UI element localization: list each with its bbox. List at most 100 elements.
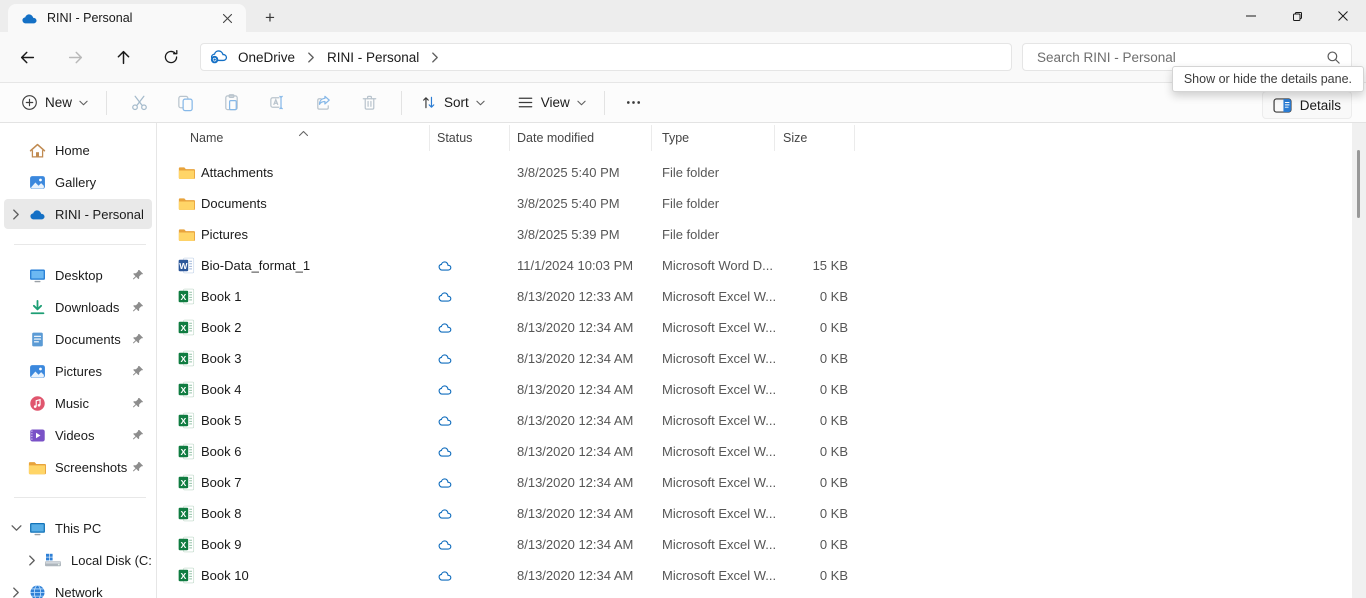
table-row[interactable]: Pictures3/8/2025 5:39 PMFile folder (157, 219, 1352, 250)
table-row[interactable]: XBook 88/13/2020 12:34 AMMicrosoft Excel… (157, 498, 1352, 529)
file-name: Pictures (201, 227, 248, 242)
chevron-right-icon[interactable] (20, 555, 44, 566)
file-size: 0 KB (775, 289, 855, 304)
refresh-button[interactable] (153, 40, 189, 74)
file-size: 0 KB (775, 444, 855, 459)
file-type: Microsoft Excel W... (652, 320, 775, 335)
sidebar-item-label: This PC (55, 521, 152, 536)
breadcrumb-onedrive[interactable]: OneDrive (232, 48, 301, 67)
file-type: File folder (652, 165, 775, 180)
sidebar-item-home[interactable]: Home (4, 135, 152, 165)
sort-button[interactable]: Sort (411, 88, 494, 117)
file-type: Microsoft Excel W... (652, 382, 775, 397)
delete-icon[interactable] (349, 87, 389, 119)
svg-text:X: X (181, 509, 187, 519)
table-row[interactable]: XBook 98/13/2020 12:34 AMMicrosoft Excel… (157, 529, 1352, 560)
svg-text:X: X (181, 323, 187, 333)
sidebar-item-network[interactable]: Network (4, 577, 152, 598)
chevron-down-icon[interactable] (4, 524, 28, 532)
table-row[interactable]: XBook 58/13/2020 12:34 AMMicrosoft Excel… (157, 405, 1352, 436)
sidebar-item-this-pc[interactable]: This PC (4, 513, 152, 543)
sidebar-item-videos[interactable]: Videos (4, 420, 152, 450)
pin-icon (130, 301, 146, 313)
table-row[interactable]: XBook 18/13/2020 12:33 AMMicrosoft Excel… (157, 281, 1352, 312)
status-cell (430, 477, 510, 489)
excel-icon: X (178, 381, 195, 398)
search-icon[interactable] (1326, 50, 1341, 65)
close-button[interactable] (1320, 0, 1366, 32)
explorer-tab[interactable]: RINI - Personal (8, 4, 246, 32)
date-modified: 8/13/2020 12:34 AM (510, 568, 652, 583)
more-options-icon[interactable] (617, 87, 651, 119)
column-header-type[interactable]: Type (652, 125, 775, 151)
sidebar-item-screenshots[interactable]: Screenshots (4, 452, 152, 482)
restore-button[interactable] (1274, 0, 1320, 32)
file-type: Microsoft Excel W... (652, 506, 775, 521)
status-cell (430, 322, 510, 334)
sidebar-item-label: Desktop (55, 268, 130, 283)
file-type: Microsoft Excel W... (652, 413, 775, 428)
minimize-button[interactable] (1228, 0, 1274, 32)
svg-text:X: X (181, 447, 187, 457)
sidebar-item-music[interactable]: Music (4, 388, 152, 418)
back-button[interactable] (9, 40, 45, 74)
toolbar-divider (106, 91, 107, 115)
column-header-status[interactable]: Status (430, 125, 510, 151)
table-row[interactable]: XBook 78/13/2020 12:34 AMMicrosoft Excel… (157, 467, 1352, 498)
paste-icon[interactable] (211, 87, 251, 119)
sidebar-item-label: RINI - Personal (55, 207, 152, 222)
details-pane-button[interactable]: Details (1262, 91, 1352, 119)
new-button[interactable]: New (12, 88, 97, 117)
table-row[interactable]: XBook 48/13/2020 12:34 AMMicrosoft Excel… (157, 374, 1352, 405)
navigation-pane: HomeGallery RINI - Personal Desktop Downloa… (0, 123, 157, 598)
copy-icon[interactable] (165, 87, 205, 119)
file-name: Book 6 (201, 444, 241, 459)
column-header-date-modified[interactable]: Date modified (510, 125, 652, 151)
tab-close-icon[interactable] (216, 7, 238, 29)
table-row[interactable]: Attachments3/8/2025 5:40 PMFile folder (157, 157, 1352, 188)
status-cell (430, 539, 510, 551)
table-row[interactable]: Documents3/8/2025 5:40 PMFile folder (157, 188, 1352, 219)
sidebar-item-local-disk-c[interactable]: Local Disk (C:) (4, 545, 152, 575)
view-button[interactable]: View (508, 88, 595, 117)
table-row[interactable]: XBook 38/13/2020 12:34 AMMicrosoft Excel… (157, 343, 1352, 374)
date-modified: 8/13/2020 12:34 AM (510, 537, 652, 552)
table-row[interactable]: XBook 108/13/2020 12:34 AMMicrosoft Exce… (157, 560, 1352, 591)
cloud-status-icon (437, 291, 452, 303)
videos-icon (28, 426, 46, 444)
table-row[interactable]: XBook 28/13/2020 12:34 AMMicrosoft Excel… (157, 312, 1352, 343)
sidebar-item-rini-personal[interactable]: RINI - Personal (4, 199, 152, 229)
forward-button[interactable] (57, 40, 93, 74)
sidebar-item-documents[interactable]: Documents (4, 324, 152, 354)
rename-icon[interactable] (257, 87, 297, 119)
sidebar-item-pictures[interactable]: Pictures (4, 356, 152, 386)
table-row[interactable]: WBio-Data_format_111/1/2024 10:03 PMMicr… (157, 250, 1352, 281)
cut-icon[interactable] (119, 87, 159, 119)
column-header-size[interactable]: Size (775, 125, 855, 151)
date-modified: 3/8/2025 5:40 PM (510, 196, 652, 211)
sidebar-item-label: Videos (55, 428, 130, 443)
new-tab-button[interactable]: + (256, 5, 284, 31)
documents-icon (28, 330, 46, 348)
search-input[interactable] (1037, 50, 1326, 65)
share-icon[interactable] (303, 87, 343, 119)
vertical-scrollbar[interactable] (1352, 123, 1366, 598)
sidebar-item-gallery[interactable]: Gallery (4, 167, 152, 197)
chevron-right-icon[interactable] (4, 587, 28, 598)
chevron-right-icon[interactable] (301, 52, 321, 63)
sidebar-item-desktop[interactable]: Desktop (4, 260, 152, 290)
chevron-right-icon[interactable] (4, 209, 28, 220)
file-name: Book 5 (201, 413, 241, 428)
file-name: Book 7 (201, 475, 241, 490)
view-lines-icon (517, 94, 534, 111)
up-button[interactable] (105, 40, 141, 74)
breadcrumb-rini-personal[interactable]: RINI - Personal (321, 48, 425, 67)
file-name: Book 2 (201, 320, 241, 335)
scrollbar-thumb[interactable] (1357, 150, 1360, 218)
cloud-status-icon (437, 260, 452, 272)
sidebar-item-downloads[interactable]: Downloads (4, 292, 152, 322)
cloud-status-icon (437, 477, 452, 489)
chevron-right-icon[interactable] (425, 52, 445, 63)
table-row[interactable]: XBook 68/13/2020 12:34 AMMicrosoft Excel… (157, 436, 1352, 467)
chevron-down-icon (79, 100, 88, 106)
